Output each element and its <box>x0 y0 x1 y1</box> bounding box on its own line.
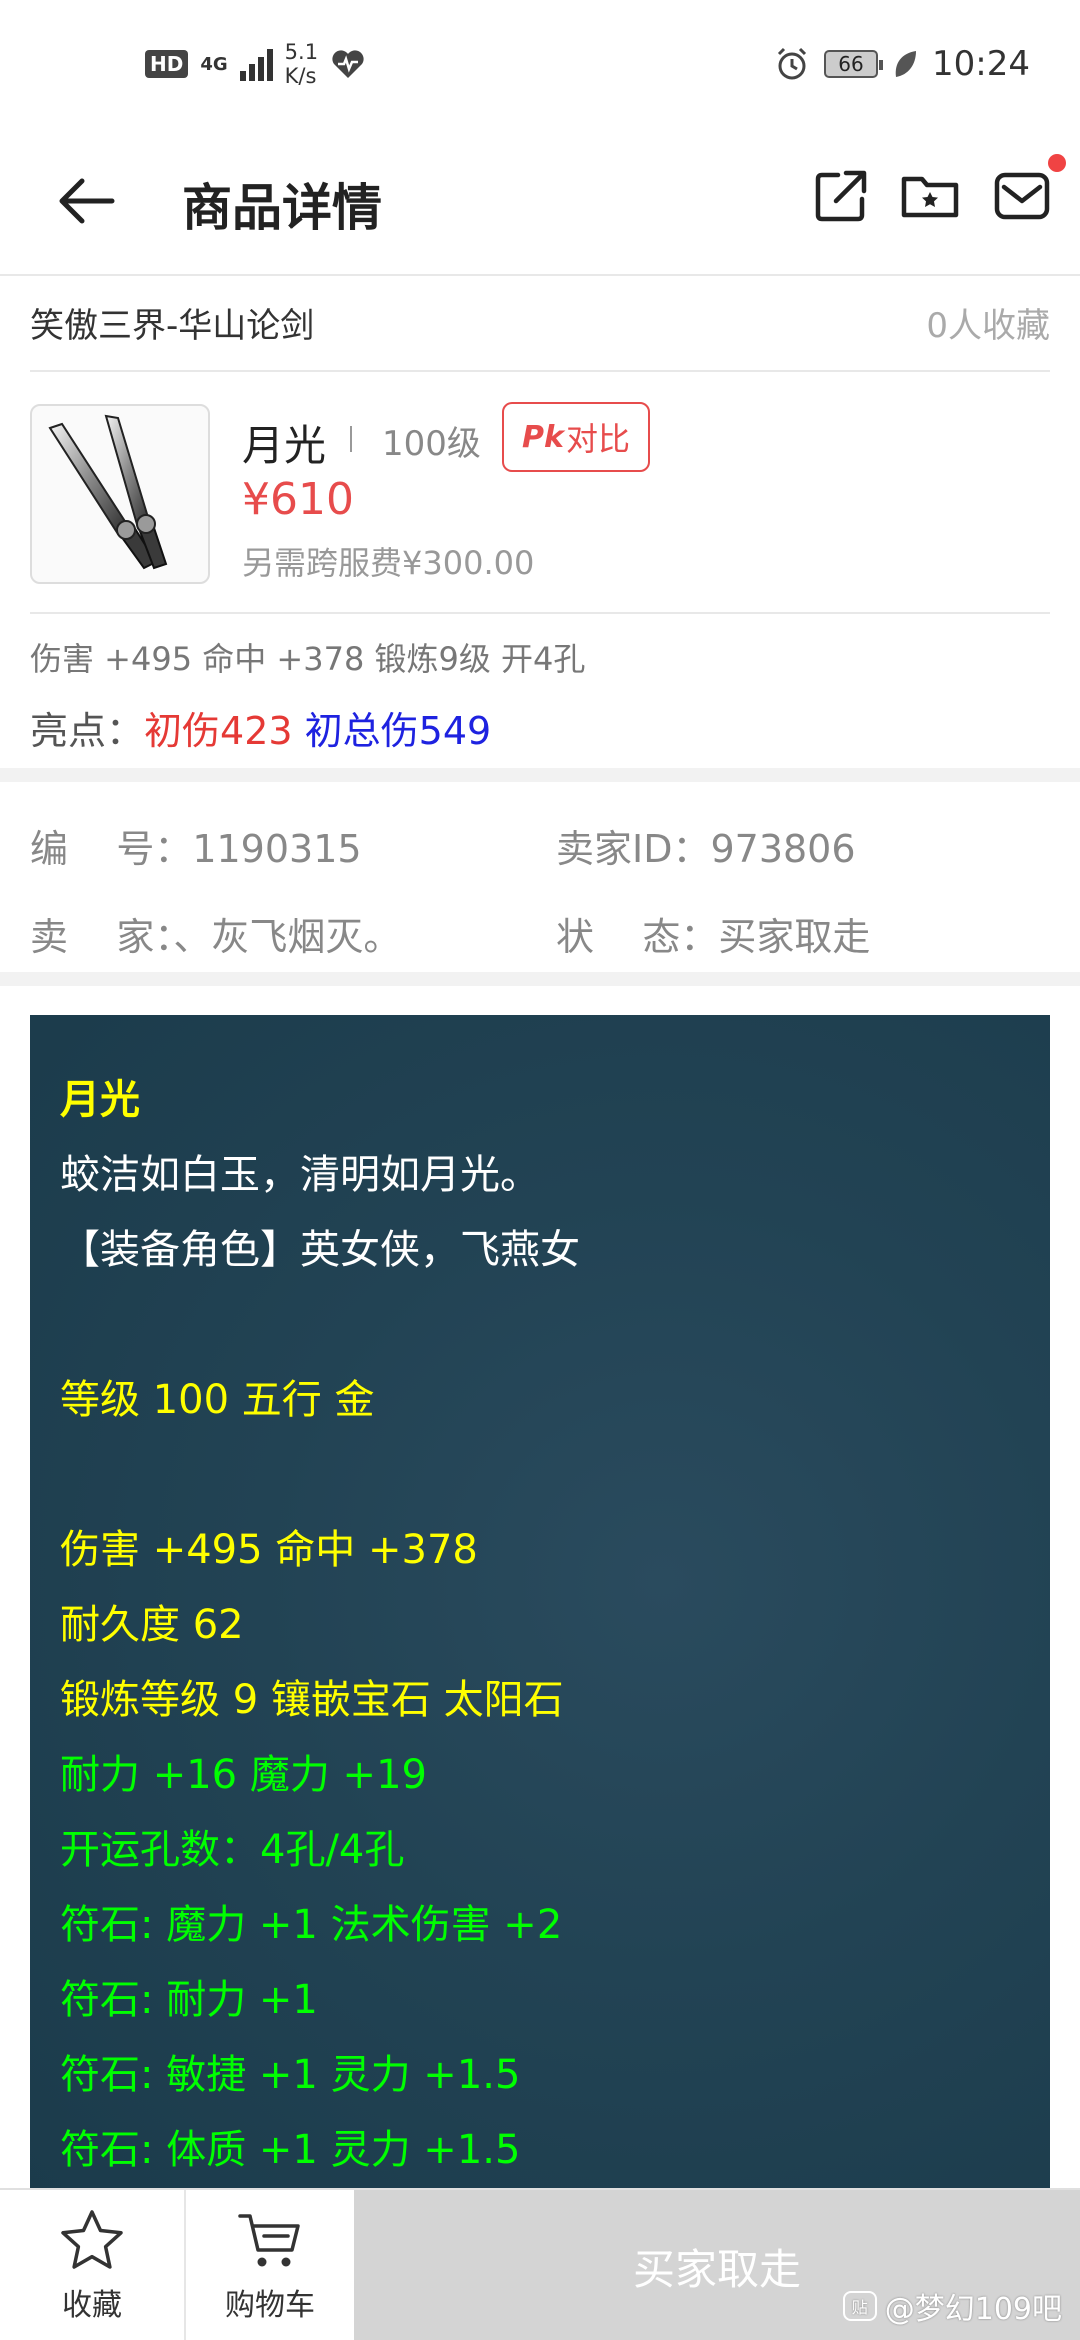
twin-dagger-image <box>48 414 168 570</box>
cart-icon <box>238 2214 300 2267</box>
desc-attack: 伤害 +495 命中 +378 <box>60 1527 478 1573</box>
pk-icon: Pk <box>522 419 564 455</box>
leaf-icon <box>895 51 917 77</box>
seller-id-value: 973806 <box>710 827 856 871</box>
health-icon <box>332 50 364 78</box>
order-id: 编 号：1190315 <box>30 818 362 873</box>
status-left: HD 4G 5.1 K/s <box>145 40 366 88</box>
desc-bonus: 耐力 +16 魔力 +19 <box>60 1752 427 1798</box>
speed-unit: K/s <box>284 64 317 88</box>
item-level: 100级 <box>382 424 481 464</box>
network-label: 4G <box>200 53 228 75</box>
desc-holes: 开运孔数：4孔/4孔 <box>60 1827 405 1873</box>
highlight-label: 亮点： <box>30 709 145 753</box>
star-icon <box>61 2210 123 2269</box>
desc-rune-3: 符石: 敏捷 +1 灵力 +1.5 <box>60 2052 521 2098</box>
network-speed: 5.1 K/s <box>285 40 318 88</box>
tieba-logo-icon: 贴 <box>842 2291 877 2321</box>
desc-level: 等级 100 五行 金 <box>60 1377 375 1423</box>
app-header: 商品详情 <box>0 130 1080 276</box>
alarm-icon <box>777 47 807 80</box>
watermark: 贴 @梦幻109吧 <box>842 2284 1062 2328</box>
seller-label: 卖 家： <box>30 915 174 959</box>
status-right: 66 10:24 <box>774 44 1030 84</box>
clock-time: 10:24 <box>932 44 1030 84</box>
message-button[interactable] <box>990 130 1070 270</box>
favorite-count: 0人收藏 <box>926 306 1050 346</box>
highlight-initial-damage: 初伤423 <box>144 709 293 753</box>
pk-compare-label: 对比 <box>565 420 630 458</box>
buy-status-label: 买家取走 <box>632 2244 801 2294</box>
battery-icon: 66 <box>824 50 884 78</box>
desc-rune-1: 符石: 魔力 +1 法术伤害 +2 <box>60 1902 563 1948</box>
seller-id-label: 卖家ID： <box>556 827 711 871</box>
desc-flavor: 蛟洁如白玉，清明如月光。 <box>60 1152 540 1198</box>
page-title: 商品详情 <box>182 179 382 237</box>
favorite-label: 收藏 <box>62 2288 122 2323</box>
item-stats: 伤害 +495 命中 +378 锻炼9级 开4孔 亮点：初伤423 初总伤549 <box>30 616 1050 766</box>
desc-durability: 耐久度 62 <box>60 1602 244 1648</box>
hd-badge: HD <box>145 50 189 78</box>
speed-value: 5.1 <box>284 40 319 64</box>
status-label: 状 态： <box>556 915 719 959</box>
item-description-panel: 月光 蛟洁如白玉，清明如月光。 【装备角色】英女侠，飞燕女 等级 100 五行 … <box>30 1015 1050 2195</box>
signal-icon <box>239 47 273 81</box>
desc-title: 月光 <box>60 1077 140 1123</box>
watermark-text: @梦幻109吧 <box>884 2292 1062 2327</box>
cross-server-fee: 另需跨服费¥300.00 <box>242 544 535 582</box>
seller: 卖 家：、灰飞烟灭。 <box>30 906 401 961</box>
seller-value: 、灰飞烟灭。 <box>173 915 402 959</box>
notification-dot <box>1048 154 1066 172</box>
desc-role: 【装备角色】英女侠，飞燕女 <box>60 1227 580 1273</box>
highlights: 亮点：初伤423 初总伤549 <box>30 700 491 755</box>
cart-button[interactable]: 购物车 <box>186 2190 354 2340</box>
item-price: ¥610 <box>242 474 354 525</box>
divider <box>350 426 352 452</box>
stats-summary: 伤害 +495 命中 +378 锻炼9级 开4孔 <box>30 640 586 678</box>
back-arrow-icon[interactable] <box>52 166 122 236</box>
highlight-total-damage: 初总伤549 <box>304 709 492 753</box>
desc-forge: 锻炼等级 9 镶嵌宝石 太阳石 <box>60 1677 564 1723</box>
trade-status: 状 态：买家取走 <box>556 906 870 961</box>
cart-label: 购物车 <box>225 2288 315 2323</box>
mail-icon <box>994 172 1050 220</box>
section-divider <box>0 972 1080 986</box>
server-name: 笑傲三界-华山论剑 <box>30 306 315 346</box>
pk-compare-button[interactable]: Pk 对比 <box>502 402 650 472</box>
desc-rune-4: 符石: 体质 +1 灵力 +1.5 <box>60 2127 521 2173</box>
status-value: 买家取走 <box>718 915 871 959</box>
seller-id: 卖家ID：973806 <box>556 818 856 873</box>
item-thumbnail[interactable] <box>30 404 210 584</box>
item-summary: 月光 100级 Pk 对比 ¥610 另需跨服费¥300.00 <box>30 374 1050 614</box>
bottom-action-bar: 收藏 购物车 买家取走 贴 @梦幻109吧 <box>0 2188 1080 2340</box>
favorite-folder-icon[interactable] <box>900 165 960 225</box>
favorite-button[interactable]: 收藏 <box>0 2190 184 2340</box>
status-bar: HD 4G 5.1 K/s 66 10:24 <box>0 0 1080 130</box>
server-row: 笑傲三界-华山论剑 0人收藏 <box>30 278 1050 372</box>
item-name: 月光 <box>242 421 327 470</box>
order-id-value: 1190315 <box>192 827 362 871</box>
trade-info: 编 号：1190315 卖家ID：973806 卖 家：、灰飞烟灭。 状 态：买… <box>30 780 1050 970</box>
order-id-label: 编 号： <box>30 827 193 871</box>
desc-rune-2: 符石: 耐力 +1 <box>60 1977 318 2023</box>
share-icon[interactable] <box>812 165 872 225</box>
